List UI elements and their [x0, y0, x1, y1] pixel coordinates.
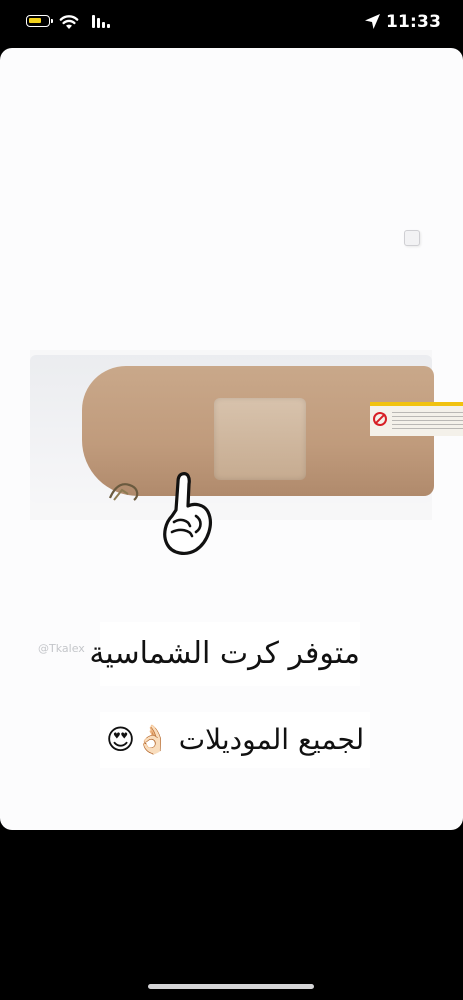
no-symbol-icon: [373, 412, 387, 426]
mirror-cover: [214, 398, 306, 480]
signal-icon: [92, 15, 110, 28]
battery-icon: [26, 15, 50, 27]
warning-label: [370, 402, 463, 436]
pointing-up-hand-icon: [163, 472, 212, 555]
story-card[interactable]: @Tkalex متوفر كرت الشماسية لجميع الموديل…: [0, 48, 463, 830]
status-time: 11:33: [386, 12, 442, 32]
caption-line-1: متوفر كرت الشماسية: [89, 622, 360, 686]
caption-line-2: لجميع الموديلات 👌🏻😍: [100, 712, 370, 768]
watermark: @Tkalex: [38, 642, 85, 655]
location-arrow-icon: [365, 14, 380, 29]
sun-visor: [82, 366, 463, 496]
clip-icon: [108, 483, 139, 501]
wifi-icon: [59, 15, 79, 29]
status-bar: 11:33: [0, 0, 463, 48]
home-indicator[interactable]: [148, 984, 314, 989]
menu-square-icon[interactable]: [404, 230, 420, 246]
product-photo-sun-visor: [30, 350, 463, 520]
